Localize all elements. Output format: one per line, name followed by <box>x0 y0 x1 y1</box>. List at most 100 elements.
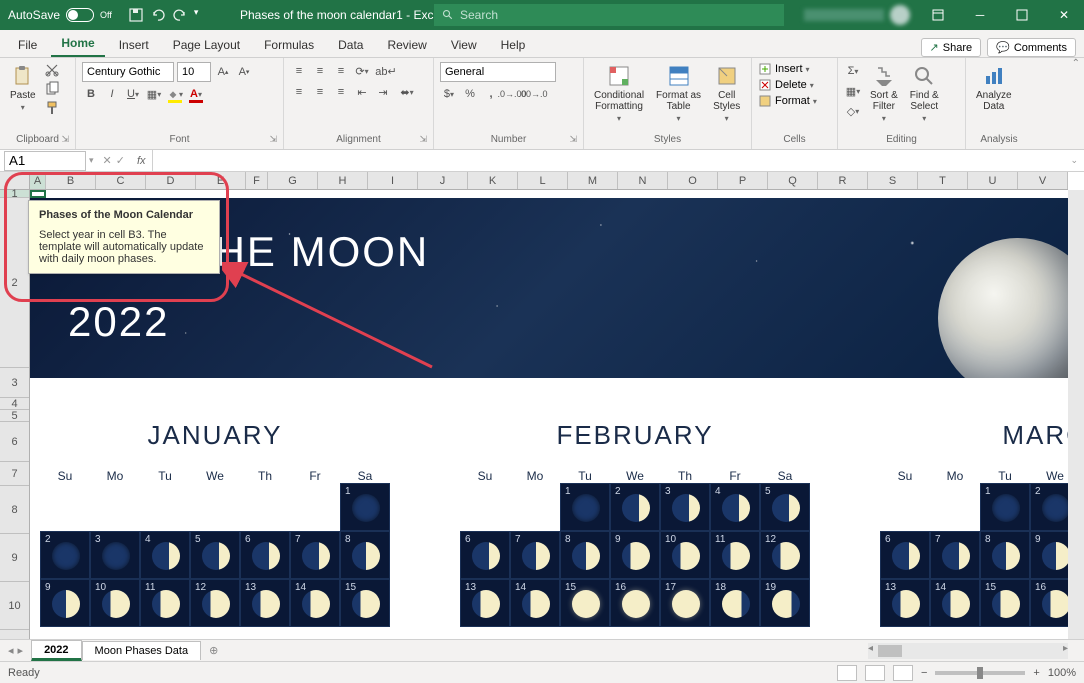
fill-icon[interactable]: ▦▾ <box>844 82 862 100</box>
day-cell[interactable]: 4 <box>140 531 190 579</box>
column-header[interactable]: U <box>968 172 1018 189</box>
column-header[interactable]: N <box>618 172 668 189</box>
format-painter-icon[interactable] <box>44 100 60 116</box>
add-sheet-button[interactable]: ⊕ <box>201 644 226 657</box>
clear-icon[interactable]: ◇▾ <box>844 102 862 120</box>
day-cell[interactable]: 16 <box>610 579 660 627</box>
currency-icon[interactable]: $▾ <box>440 85 458 103</box>
format-as-table-button[interactable]: Format as Table▾ <box>652 62 705 125</box>
paste-button[interactable]: Paste▾ <box>6 62 40 114</box>
day-cell[interactable]: 18 <box>710 579 760 627</box>
sort-filter-button[interactable]: Sort & Filter▾ <box>866 62 902 125</box>
view-page-break-icon[interactable] <box>893 665 913 681</box>
row-headers[interactable]: 12345678910 <box>0 190 30 641</box>
increase-indent-icon[interactable]: ⇥ <box>374 83 392 101</box>
sheet-nav-next-icon[interactable]: ▸ <box>18 644 24 657</box>
account-menu[interactable] <box>804 5 910 25</box>
row-header[interactable]: 6 <box>0 422 29 462</box>
day-cell[interactable]: 10 <box>90 579 140 627</box>
zoom-level[interactable]: 100% <box>1048 667 1076 679</box>
align-top-icon[interactable]: ≡ <box>290 62 308 80</box>
column-header[interactable]: H <box>318 172 368 189</box>
day-cell[interactable]: 8 <box>980 531 1030 579</box>
day-cell[interactable]: 16 <box>1030 579 1068 627</box>
autosave-toggle[interactable]: AutoSave Off <box>0 8 120 22</box>
day-cell[interactable]: 1 <box>980 483 1030 531</box>
day-cell[interactable]: 12 <box>190 579 240 627</box>
day-cell[interactable]: 11 <box>710 531 760 579</box>
row-header[interactable]: 8 <box>0 486 29 534</box>
column-header[interactable]: B <box>46 172 96 189</box>
column-header[interactable]: S <box>868 172 918 189</box>
align-bottom-icon[interactable]: ≡ <box>332 62 350 80</box>
column-header[interactable]: G <box>268 172 318 189</box>
column-header[interactable]: T <box>918 172 968 189</box>
day-cell[interactable]: 6 <box>460 531 510 579</box>
cut-icon[interactable] <box>44 62 60 78</box>
wrap-text-icon[interactable]: ab↵ <box>374 62 398 80</box>
zoom-slider[interactable] <box>935 671 1025 675</box>
column-header[interactable]: R <box>818 172 868 189</box>
enter-formula-icon[interactable]: ✓ <box>116 154 125 167</box>
banner-year[interactable]: 2022 <box>68 298 169 346</box>
day-cell[interactable]: 1 <box>340 483 390 531</box>
italic-button[interactable]: I <box>103 85 121 103</box>
day-cell[interactable]: 8 <box>560 531 610 579</box>
increase-font-icon[interactable]: A▴ <box>214 63 232 81</box>
ribbon-options-icon[interactable] <box>918 0 958 30</box>
cell-styles-button[interactable]: Cell Styles▾ <box>709 62 744 125</box>
align-middle-icon[interactable]: ≡ <box>311 62 329 80</box>
tab-file[interactable]: File <box>8 33 47 57</box>
day-cell[interactable]: 4 <box>710 483 760 531</box>
copy-icon[interactable] <box>44 81 60 97</box>
day-cell[interactable]: 13 <box>460 579 510 627</box>
tab-view[interactable]: View <box>441 33 487 57</box>
orientation-icon[interactable]: ⟳▾ <box>353 62 371 80</box>
sheet-tab-active[interactable]: 2022 <box>31 640 81 661</box>
day-cell[interactable]: 13 <box>240 579 290 627</box>
day-cell[interactable]: 9 <box>610 531 660 579</box>
sheet-tab-other[interactable]: Moon Phases Data <box>82 641 202 660</box>
day-cell[interactable]: 3 <box>90 531 140 579</box>
underline-button[interactable]: U▾ <box>124 85 142 103</box>
day-cell[interactable]: 7 <box>930 531 980 579</box>
column-header[interactable]: Q <box>768 172 818 189</box>
day-cell[interactable]: 1 <box>560 483 610 531</box>
tab-home[interactable]: Home <box>51 31 104 57</box>
column-header[interactable]: C <box>96 172 146 189</box>
maximize-icon[interactable] <box>1002 0 1042 30</box>
day-cell[interactable]: 9 <box>1030 531 1068 579</box>
column-header[interactable]: F <box>246 172 268 189</box>
align-center-icon[interactable]: ≡ <box>311 83 329 101</box>
row-header[interactable]: 9 <box>0 534 29 582</box>
toggle-icon[interactable] <box>66 8 94 22</box>
view-page-layout-icon[interactable] <box>865 665 885 681</box>
day-cell[interactable]: 12 <box>760 531 810 579</box>
column-header[interactable]: V <box>1018 172 1068 189</box>
search-box[interactable]: Search <box>434 4 784 26</box>
font-name-select[interactable] <box>82 62 174 82</box>
tab-data[interactable]: Data <box>328 33 373 57</box>
column-header[interactable]: J <box>418 172 468 189</box>
column-header[interactable]: O <box>668 172 718 189</box>
column-header[interactable]: L <box>518 172 568 189</box>
minimize-icon[interactable]: ─ <box>960 0 1000 30</box>
day-cell[interactable]: 15 <box>560 579 610 627</box>
font-size-select[interactable] <box>177 62 211 82</box>
fx-icon[interactable]: fx <box>131 155 152 167</box>
cancel-formula-icon[interactable]: ✕ <box>103 154 112 167</box>
align-right-icon[interactable]: ≡ <box>332 83 350 101</box>
row-header[interactable]: 10 <box>0 582 29 630</box>
zoom-in-icon[interactable]: + <box>1033 667 1039 679</box>
column-header[interactable]: A <box>30 172 46 189</box>
row-header[interactable]: 5 <box>0 410 29 422</box>
formula-input[interactable] <box>152 150 1065 171</box>
day-cell[interactable]: 15 <box>340 579 390 627</box>
day-cell[interactable]: 15 <box>980 579 1030 627</box>
column-header[interactable]: I <box>368 172 418 189</box>
autosum-icon[interactable]: Σ▾ <box>844 62 862 80</box>
decrease-font-icon[interactable]: A▾ <box>235 63 253 81</box>
decrease-decimal-icon[interactable]: .00→.0 <box>524 85 542 103</box>
insert-cells-button[interactable]: Insert▾ <box>758 62 810 76</box>
active-cell[interactable] <box>30 190 46 198</box>
